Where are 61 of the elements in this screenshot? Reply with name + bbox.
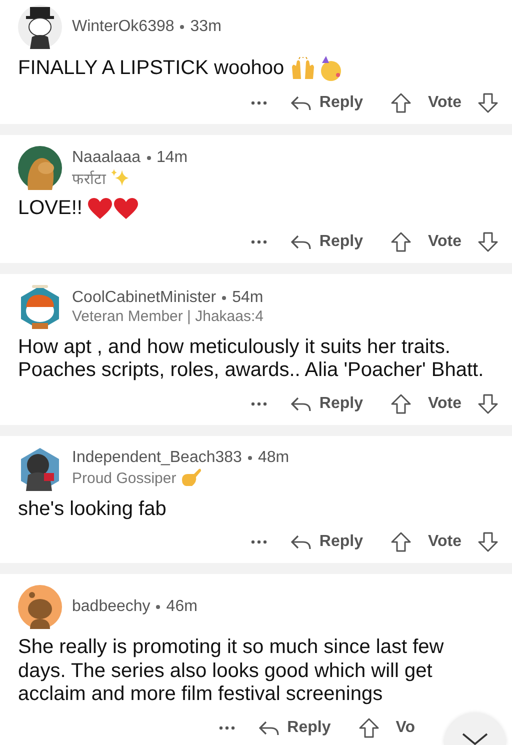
more-icon[interactable] bbox=[219, 726, 236, 730]
comment-text: She really is promoting it so much since last few days. The series also looks good which will get acclaim and more film festival screenings bbox=[18, 636, 445, 706]
upvote-icon[interactable] bbox=[358, 718, 379, 738]
username[interactable]: Independent_Beach383 bbox=[72, 449, 242, 467]
username[interactable]: Naaalaaa bbox=[72, 148, 140, 166]
user-flair: Veteran Member | Jhakaas:4 bbox=[72, 308, 264, 324]
vote-label: Vote bbox=[428, 94, 462, 112]
reply-icon bbox=[291, 396, 312, 412]
reply-icon bbox=[291, 95, 312, 111]
downvote-icon[interactable] bbox=[478, 394, 498, 414]
timestamp: 54m bbox=[232, 288, 264, 306]
sparkles-icon bbox=[110, 168, 130, 188]
comment-text: FINALLY A LIPSTICK woohoo bbox=[18, 57, 284, 81]
downvote-icon[interactable] bbox=[478, 232, 498, 252]
downvote-icon[interactable] bbox=[478, 532, 498, 552]
hand-gesture-icon bbox=[180, 468, 202, 488]
reply-button[interactable]: Reply bbox=[259, 718, 331, 736]
user-flair: Proud Gossiper bbox=[72, 470, 176, 486]
timestamp: 33m bbox=[190, 18, 222, 36]
comment-text: How apt , and how meticulously it suits her traits. Poaches scripts, roles, awards.. Alia 'Poacher' Bhatt. bbox=[18, 336, 485, 382]
reply-icon bbox=[291, 534, 312, 550]
reply-button[interactable]: Reply bbox=[291, 232, 363, 250]
avatar[interactable] bbox=[18, 446, 62, 490]
separator-dot bbox=[248, 456, 252, 460]
reply-icon bbox=[291, 234, 312, 250]
username[interactable]: WinterOk6398 bbox=[72, 18, 174, 36]
upvote-icon[interactable] bbox=[391, 93, 411, 113]
heart-icon bbox=[114, 198, 138, 220]
upvote-icon[interactable] bbox=[391, 394, 411, 414]
reply-button[interactable]: Reply bbox=[291, 94, 363, 112]
avatar[interactable] bbox=[18, 146, 62, 190]
comment-text: LOVE!! bbox=[18, 197, 82, 220]
timestamp: 14m bbox=[156, 148, 188, 166]
avatar[interactable] bbox=[18, 5, 62, 49]
vote-label: Vote bbox=[428, 533, 462, 551]
vote-label: Vote bbox=[428, 232, 462, 250]
timestamp: 46m bbox=[166, 598, 198, 616]
separator-dot bbox=[146, 156, 150, 160]
vote-label: Vo bbox=[396, 718, 415, 736]
separator-dot bbox=[180, 25, 184, 29]
timestamp: 48m bbox=[258, 449, 290, 467]
upvote-icon[interactable] bbox=[391, 232, 411, 252]
chevron-down-icon bbox=[462, 733, 488, 745]
reply-button[interactable]: Reply bbox=[291, 533, 363, 551]
separator-dot bbox=[156, 605, 160, 609]
more-icon[interactable] bbox=[251, 540, 268, 544]
username[interactable]: badbeechy bbox=[72, 598, 150, 616]
heart-icon bbox=[88, 198, 112, 220]
vote-label: Vote bbox=[428, 394, 462, 412]
downvote-icon[interactable] bbox=[478, 93, 498, 113]
raised-hands-icon bbox=[290, 57, 316, 81]
username[interactable]: CoolCabinetMinister bbox=[72, 288, 216, 306]
more-icon[interactable] bbox=[251, 240, 268, 244]
reply-button[interactable]: Reply bbox=[291, 394, 363, 412]
separator-dot bbox=[222, 296, 226, 300]
more-icon[interactable] bbox=[251, 402, 268, 406]
reply-icon bbox=[259, 720, 280, 736]
user-flair: फर्राटा bbox=[72, 170, 106, 188]
more-icon[interactable] bbox=[251, 101, 268, 105]
comment-text: she's looking fab bbox=[18, 498, 166, 521]
upvote-icon[interactable] bbox=[391, 532, 411, 552]
